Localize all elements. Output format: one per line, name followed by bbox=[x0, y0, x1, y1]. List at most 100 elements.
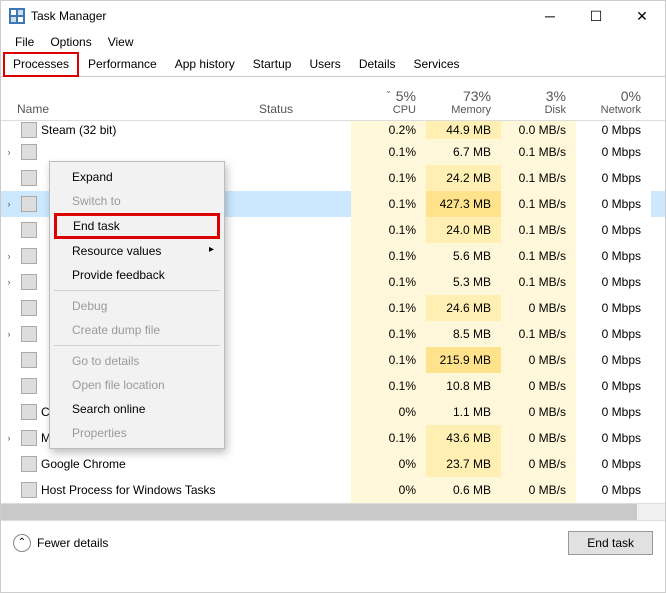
network-cell: 0 Mbps bbox=[576, 269, 651, 295]
network-cell: 0 Mbps bbox=[576, 165, 651, 191]
ctx-switch-to[interactable]: Switch to bbox=[52, 189, 222, 213]
tab-processes[interactable]: Processes bbox=[3, 52, 79, 77]
process-icon bbox=[21, 248, 37, 264]
disk-cell: 0.1 MB/s bbox=[501, 165, 576, 191]
process-name: Steam (32 bit) bbox=[41, 123, 259, 137]
close-button[interactable]: ✕ bbox=[619, 1, 665, 31]
chevron-up-icon: ⌃ bbox=[13, 534, 31, 552]
menubar: File Options View bbox=[1, 31, 665, 53]
memory-cell: 8.5 MB bbox=[426, 321, 501, 347]
table-row[interactable]: Google Chrome0%23.7 MB0 MB/s0 Mbps bbox=[1, 451, 665, 477]
ctx-resource-values[interactable]: Resource values ▸ bbox=[52, 239, 222, 263]
network-cell: 0 Mbps bbox=[576, 321, 651, 347]
cpu-cell: 0.1% bbox=[351, 139, 426, 165]
process-icon bbox=[21, 456, 37, 472]
horizontal-scrollbar[interactable] bbox=[1, 503, 665, 520]
ctx-go-to-details[interactable]: Go to details bbox=[52, 349, 222, 373]
cpu-cell: 0% bbox=[351, 477, 426, 503]
process-icon bbox=[21, 122, 37, 138]
menu-options[interactable]: Options bbox=[42, 33, 99, 51]
network-cell: 0 Mbps bbox=[576, 451, 651, 477]
scrollbar-thumb[interactable] bbox=[1, 504, 637, 520]
network-cell: 0 Mbps bbox=[576, 295, 651, 321]
disk-cell: 0.0 MB/s bbox=[501, 121, 576, 139]
disk-cell: 0.1 MB/s bbox=[501, 139, 576, 165]
disk-cell: 0.1 MB/s bbox=[501, 269, 576, 295]
tab-details[interactable]: Details bbox=[350, 53, 405, 76]
cpu-cell: 0% bbox=[351, 451, 426, 477]
fewer-details-label: Fewer details bbox=[37, 536, 108, 550]
memory-cell: 6.7 MB bbox=[426, 139, 501, 165]
column-memory[interactable]: 73%Memory bbox=[426, 86, 501, 120]
memory-cell: 5.3 MB bbox=[426, 269, 501, 295]
process-icon bbox=[21, 300, 37, 316]
column-cpu[interactable]: ⌄5%CPU bbox=[351, 86, 426, 120]
cpu-cell: 0.1% bbox=[351, 243, 426, 269]
ctx-end-task[interactable]: End task bbox=[54, 213, 220, 239]
table-row[interactable]: Steam (32 bit)0.2%44.9 MB0.0 MB/s0 Mbps bbox=[1, 121, 665, 139]
memory-cell: 10.8 MB bbox=[426, 373, 501, 399]
memory-cell: 1.1 MB bbox=[426, 399, 501, 425]
network-cell: 0 Mbps bbox=[576, 373, 651, 399]
expand-chevron-icon[interactable]: › bbox=[1, 329, 17, 339]
network-cell: 0 Mbps bbox=[576, 347, 651, 373]
end-task-button[interactable]: End task bbox=[568, 531, 653, 555]
tab-services[interactable]: Services bbox=[405, 53, 469, 76]
memory-cell: 24.2 MB bbox=[426, 165, 501, 191]
tab-startup[interactable]: Startup bbox=[244, 53, 301, 76]
disk-cell: 0 MB/s bbox=[501, 295, 576, 321]
expand-chevron-icon[interactable]: › bbox=[1, 147, 17, 157]
disk-cell: 0 MB/s bbox=[501, 477, 576, 503]
network-cell: 0 Mbps bbox=[576, 191, 651, 217]
disk-cell: 0 MB/s bbox=[501, 425, 576, 451]
disk-cell: 0 MB/s bbox=[501, 451, 576, 477]
process-icon bbox=[21, 482, 37, 498]
cpu-cell: 0% bbox=[351, 399, 426, 425]
ctx-properties[interactable]: Properties bbox=[52, 421, 222, 445]
expand-chevron-icon[interactable]: › bbox=[1, 433, 17, 443]
memory-cell: 427.3 MB bbox=[426, 191, 501, 217]
process-icon bbox=[21, 326, 37, 342]
cpu-cell: 0.2% bbox=[351, 121, 426, 139]
tab-users[interactable]: Users bbox=[300, 53, 349, 76]
column-disk[interactable]: 3%Disk bbox=[501, 86, 576, 120]
column-name[interactable]: Name bbox=[1, 102, 259, 120]
disk-cell: 0 MB/s bbox=[501, 399, 576, 425]
memory-cell: 23.7 MB bbox=[426, 451, 501, 477]
ctx-provide-feedback[interactable]: Provide feedback bbox=[52, 263, 222, 287]
disk-cell: 0.1 MB/s bbox=[501, 321, 576, 347]
memory-cell: 43.6 MB bbox=[426, 425, 501, 451]
ctx-resource-values-label: Resource values bbox=[72, 244, 161, 258]
process-icon bbox=[21, 352, 37, 368]
expand-chevron-icon[interactable]: › bbox=[1, 277, 17, 287]
ctx-expand[interactable]: Expand bbox=[52, 165, 222, 189]
network-cell: 0 Mbps bbox=[576, 425, 651, 451]
maximize-button[interactable]: ☐ bbox=[573, 1, 619, 31]
ctx-create-dump[interactable]: Create dump file bbox=[52, 318, 222, 342]
cpu-cell: 0.1% bbox=[351, 269, 426, 295]
memory-cell: 5.6 MB bbox=[426, 243, 501, 269]
titlebar: Task Manager ─ ☐ ✕ bbox=[1, 1, 665, 31]
ctx-search-online[interactable]: Search online bbox=[52, 397, 222, 421]
process-icon bbox=[21, 196, 37, 212]
tab-performance[interactable]: Performance bbox=[79, 53, 166, 76]
table-row[interactable]: Host Process for Windows Tasks0%0.6 MB0 … bbox=[1, 477, 665, 503]
chevron-right-icon: ▸ bbox=[209, 244, 214, 255]
sort-indicator-icon: ⌄ bbox=[385, 86, 392, 95]
separator bbox=[54, 345, 220, 346]
ctx-debug[interactable]: Debug bbox=[52, 294, 222, 318]
menu-view[interactable]: View bbox=[100, 33, 142, 51]
minimize-button[interactable]: ─ bbox=[527, 1, 573, 31]
cpu-cell: 0.1% bbox=[351, 217, 426, 243]
ctx-open-file-location[interactable]: Open file location bbox=[52, 373, 222, 397]
expand-chevron-icon[interactable]: › bbox=[1, 199, 17, 209]
disk-cell: 0.1 MB/s bbox=[501, 243, 576, 269]
expand-chevron-icon[interactable]: › bbox=[1, 251, 17, 261]
network-cell: 0 Mbps bbox=[576, 399, 651, 425]
tab-bar: Processes Performance App history Startu… bbox=[1, 53, 665, 77]
column-network[interactable]: 0%Network bbox=[576, 86, 651, 120]
tab-app-history[interactable]: App history bbox=[166, 53, 244, 76]
column-status[interactable]: Status bbox=[259, 102, 351, 120]
menu-file[interactable]: File bbox=[7, 33, 42, 51]
fewer-details-button[interactable]: ⌃ Fewer details bbox=[13, 534, 108, 552]
